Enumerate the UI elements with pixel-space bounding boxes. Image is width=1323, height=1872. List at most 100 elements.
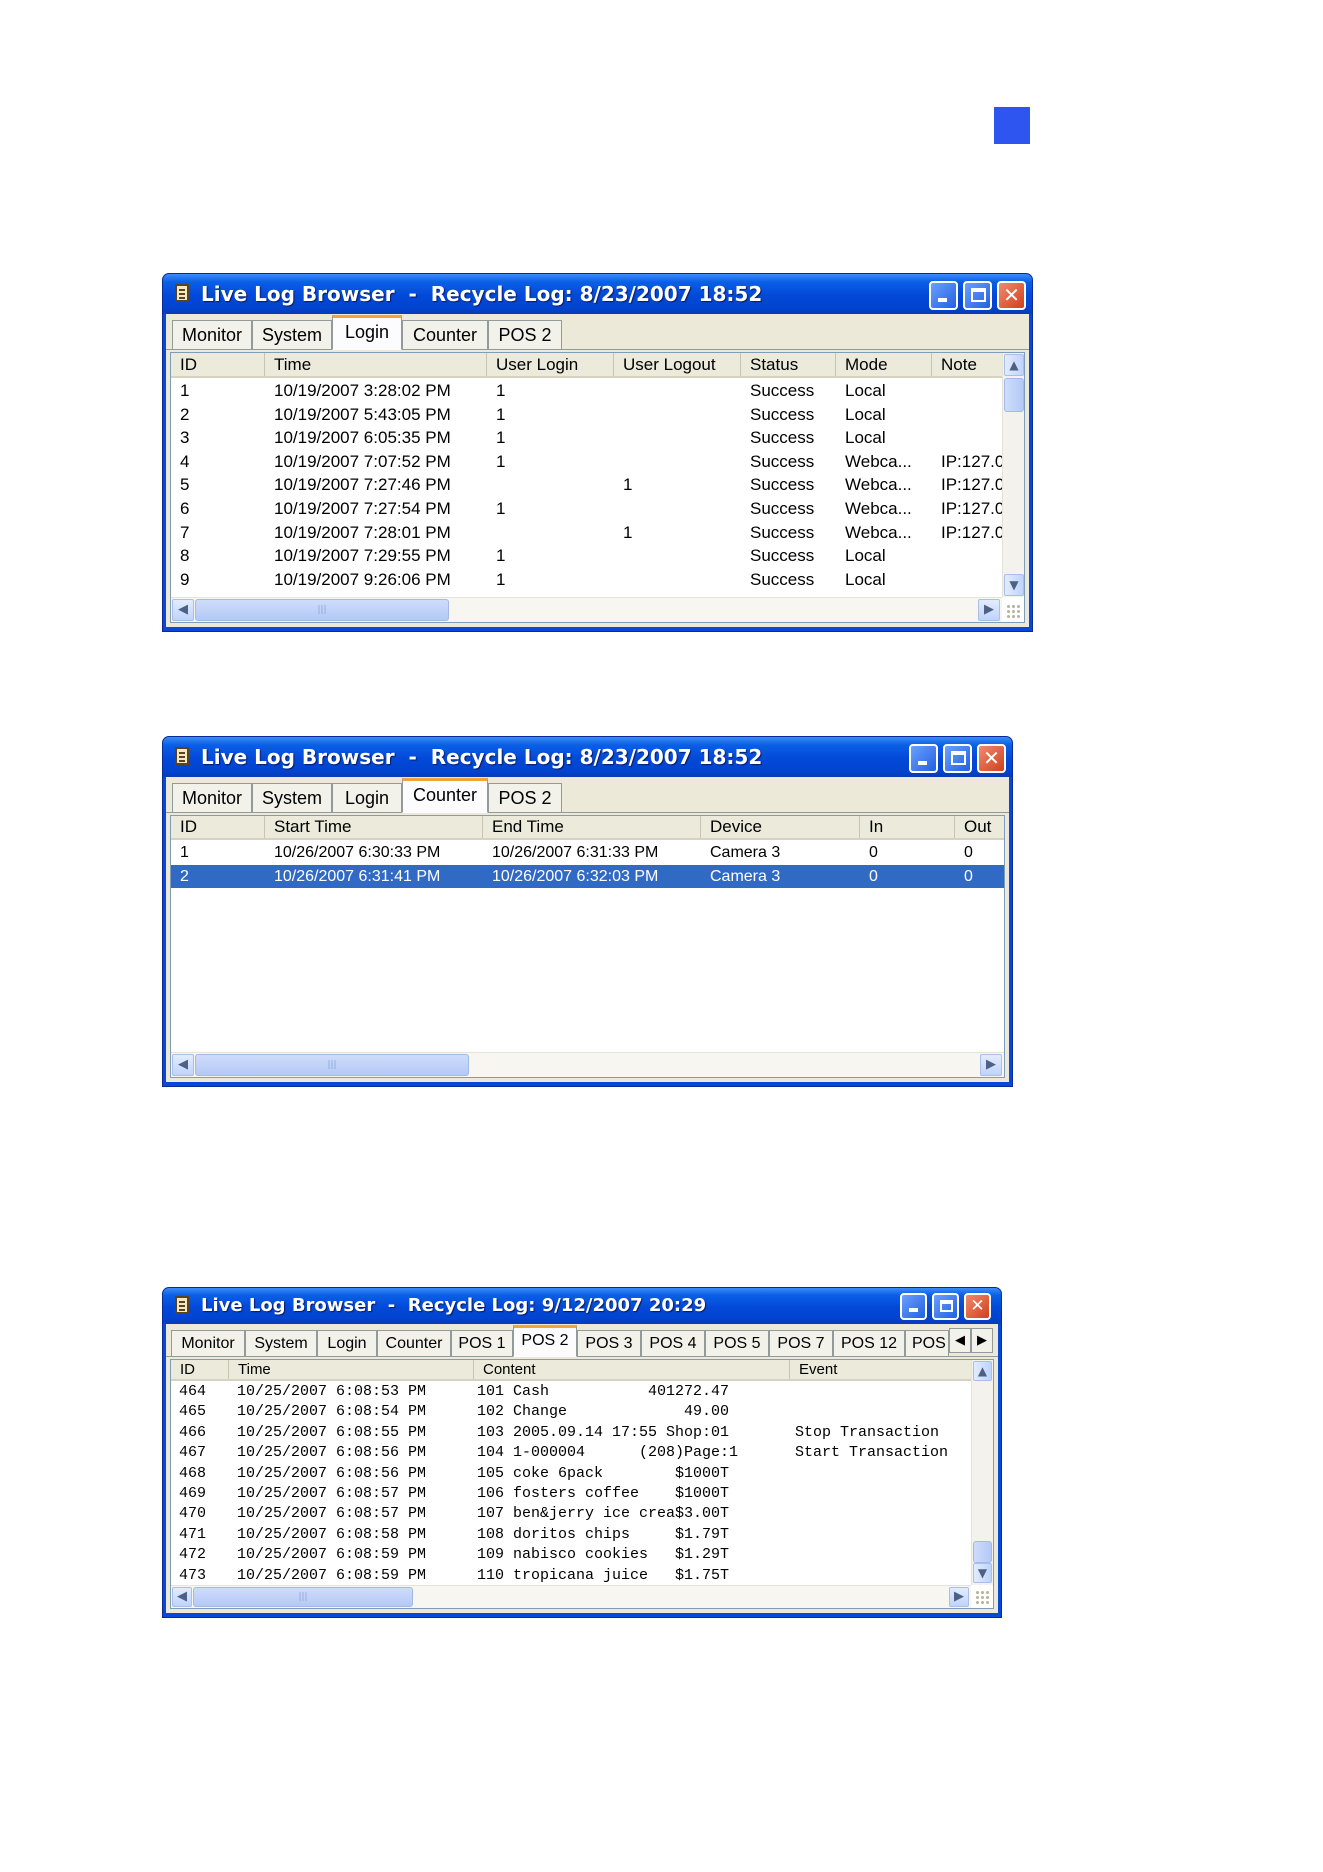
column-header-status[interactable]: Status [741,353,836,376]
horizontal-scrollbar[interactable]: ◀ ||| ▶ [171,1052,1004,1077]
table-row[interactable]: 464 10/25/2007 6:08:53 PM 101 Cash 401272.… [171,1382,971,1402]
table-row[interactable]: 467 10/25/2007 6:08:56 PM 104 1-000004 (20… [171,1443,971,1463]
table-row[interactable]: 1 10/26/2007 6:30:33 PM 10/26/2007 6:31:33… [171,841,1004,865]
table-row[interactable]: 2 10/19/2007 5:43:05 PM 1 Success Local [171,403,1001,427]
minimize-button[interactable] [900,1293,927,1320]
tab-monitor[interactable]: Monitor [172,320,252,350]
table-row[interactable]: 5 10/19/2007 7:27:46 PM 1 Success Webca... IP… [171,473,1002,497]
minimize-button[interactable] [909,744,938,773]
scroll-left-button[interactable]: ◀ [172,1587,192,1607]
table-row[interactable]: 3 10/19/2007 6:05:35 PM 1 Success Local [171,426,1001,450]
tab-monitor[interactable]: Monitor [172,783,252,813]
close-button[interactable]: ✕ [964,1293,991,1320]
tab-monitor[interactable]: Monitor [171,1330,245,1357]
column-header-user-logout[interactable]: User Logout [614,353,741,376]
column-header-in[interactable]: In [860,816,955,838]
tab-pos-12[interactable]: POS 12 [833,1330,905,1357]
resize-grip-icon[interactable] [975,1590,991,1606]
horizontal-scrollbar[interactable]: ◀ ||| ▶ [171,1585,971,1608]
column-header-end-time[interactable]: End Time [483,816,701,838]
column-header-id[interactable]: ID [171,816,265,838]
table-row[interactable]: 9 10/19/2007 9:26:06 PM 1 Success Local [171,568,1001,592]
table-row[interactable]: 469 10/25/2007 6:08:57 PM 106 fosters coff… [171,1484,971,1504]
column-header-out[interactable]: Out [955,816,1004,838]
maximize-button[interactable] [943,744,972,773]
scroll-right-button[interactable]: ▶ [980,1054,1002,1076]
table-row[interactable]: 471 10/25/2007 6:08:58 PM 108 doritos chip… [171,1525,971,1545]
tab-pos-5[interactable]: POS 5 [705,1330,769,1357]
column-header-user-login[interactable]: User Login [487,353,614,376]
vertical-scrollbar[interactable]: ▲ ▼ [971,1360,993,1585]
horizontal-scroll-thumb[interactable]: ||| [195,1054,469,1076]
column-header-id[interactable]: ID [171,353,265,376]
counter-log-list[interactable]: ID Start Time End Time Device In Out 1 10… [170,815,1005,1078]
login-log-list[interactable]: ID Time User Login User Logout Status Mo… [170,352,1025,623]
scroll-left-button[interactable]: ◀ [172,599,194,621]
column-header-mode[interactable]: Mode [836,353,932,376]
tab-pos-7[interactable]: POS 7 [769,1330,833,1357]
table-row[interactable]: 470 10/25/2007 6:08:57 PM 107 ben&jerry ic… [171,1504,971,1524]
column-header-content[interactable]: Content [474,1360,790,1379]
scroll-down-button[interactable]: ▼ [1004,574,1024,596]
tab-pos-4[interactable]: POS 4 [641,1330,705,1357]
tab-system[interactable]: System [252,783,332,813]
horizontal-scroll-thumb[interactable]: ||| [195,599,449,621]
table-row[interactable]: 468 10/25/2007 6:08:56 PM 105 coke 6pack $… [171,1464,971,1484]
table-row[interactable]: 472 10/25/2007 6:08:59 PM 109 nabisco cook… [171,1545,971,1565]
tab-counter[interactable]: Counter [402,320,488,350]
scroll-up-button[interactable]: ▲ [1004,354,1024,376]
resize-grip-icon[interactable] [1006,604,1022,620]
column-header-start-time[interactable]: Start Time [265,816,483,838]
scroll-left-button[interactable]: ◀ [172,1054,194,1076]
column-header-id[interactable]: ID [171,1360,229,1379]
scroll-up-button[interactable]: ▲ [973,1361,992,1381]
vertical-scrollbar[interactable]: ▲ ▼ [1002,353,1024,597]
table-row[interactable]: 466 10/25/2007 6:08:55 PM 103 2005.09.14 1… [171,1423,971,1443]
close-button[interactable]: ✕ [997,281,1026,310]
tab-scroll-right-button[interactable]: ▶ [971,1328,993,1353]
cell-user-login: 1 [496,451,506,471]
tab-system[interactable]: System [245,1330,317,1357]
vertical-scroll-thumb[interactable] [973,1541,992,1563]
column-header-note[interactable]: Note [932,353,1002,376]
table-row[interactable]: 8 10/19/2007 7:29:55 PM 1 Success Local [171,544,1001,568]
tab-pos-3[interactable]: POS 3 [577,1330,641,1357]
table-row[interactable]: 465 10/25/2007 6:08:54 PM 102 Change 49.00 [171,1402,971,1422]
tab-pos-1[interactable]: POS 1 [451,1330,513,1357]
tab-pos-overflow[interactable]: POS [905,1330,949,1357]
title-bar[interactable]: Live Log Browser - Recycle Log: 9/12/200… [163,1288,1001,1324]
scroll-down-button[interactable]: ▼ [973,1563,992,1583]
maximize-button[interactable] [963,281,992,310]
tab-counter[interactable]: Counter [402,778,488,813]
minimize-button[interactable] [929,281,958,310]
close-button[interactable]: ✕ [977,744,1006,773]
tab-pos-2[interactable]: POS 2 [488,320,562,350]
tab-pos-2[interactable]: POS 2 [513,1325,577,1357]
tab-scroll-left-button[interactable]: ◀ [949,1328,971,1353]
maximize-button[interactable] [932,1293,959,1320]
vertical-scroll-thumb[interactable] [1004,378,1024,412]
tab-pos-2[interactable]: POS 2 [488,783,562,813]
column-header-time[interactable]: Time [265,353,487,376]
tab-counter[interactable]: Counter [377,1330,451,1357]
tab-login[interactable]: Login [317,1330,377,1357]
column-header-time[interactable]: Time [229,1360,474,1379]
scroll-right-button[interactable]: ▶ [978,599,1000,621]
column-header-device[interactable]: Device [701,816,860,838]
title-bar[interactable]: Live Log Browser - Recycle Log: 8/23/200… [163,274,1032,314]
pos-log-list[interactable]: ID Time Content Event 464 10/25/2007 6:08… [170,1359,994,1609]
title-bar[interactable]: Live Log Browser - Recycle Log: 8/23/200… [163,737,1012,777]
table-row[interactable]: 2 10/26/2007 6:31:41 PM 10/26/2007 6:32:03… [171,864,1004,888]
table-row[interactable]: 1 10/19/2007 3:28:02 PM 1 Success Local [171,379,1001,403]
table-row[interactable]: 7 10/19/2007 7:28:01 PM 1 Success Webca... IP… [171,521,1002,545]
tab-login[interactable]: Login [332,783,402,813]
tab-system[interactable]: System [252,320,332,350]
table-row[interactable]: 6 10/19/2007 7:27:54 PM 1 Success Webca... IP… [171,497,1002,521]
table-row[interactable]: 4 10/19/2007 7:07:52 PM 1 Success Webca... IP… [171,450,1002,474]
horizontal-scroll-thumb[interactable]: ||| [193,1587,413,1607]
scroll-right-button[interactable]: ▶ [949,1587,969,1607]
horizontal-scrollbar[interactable]: ◀ ||| ▶ [171,597,1002,622]
tab-login[interactable]: Login [332,315,402,350]
column-header-event[interactable]: Event [790,1360,971,1379]
table-row[interactable]: 473 10/25/2007 6:08:59 PM 110 tropicana ju… [171,1566,971,1586]
